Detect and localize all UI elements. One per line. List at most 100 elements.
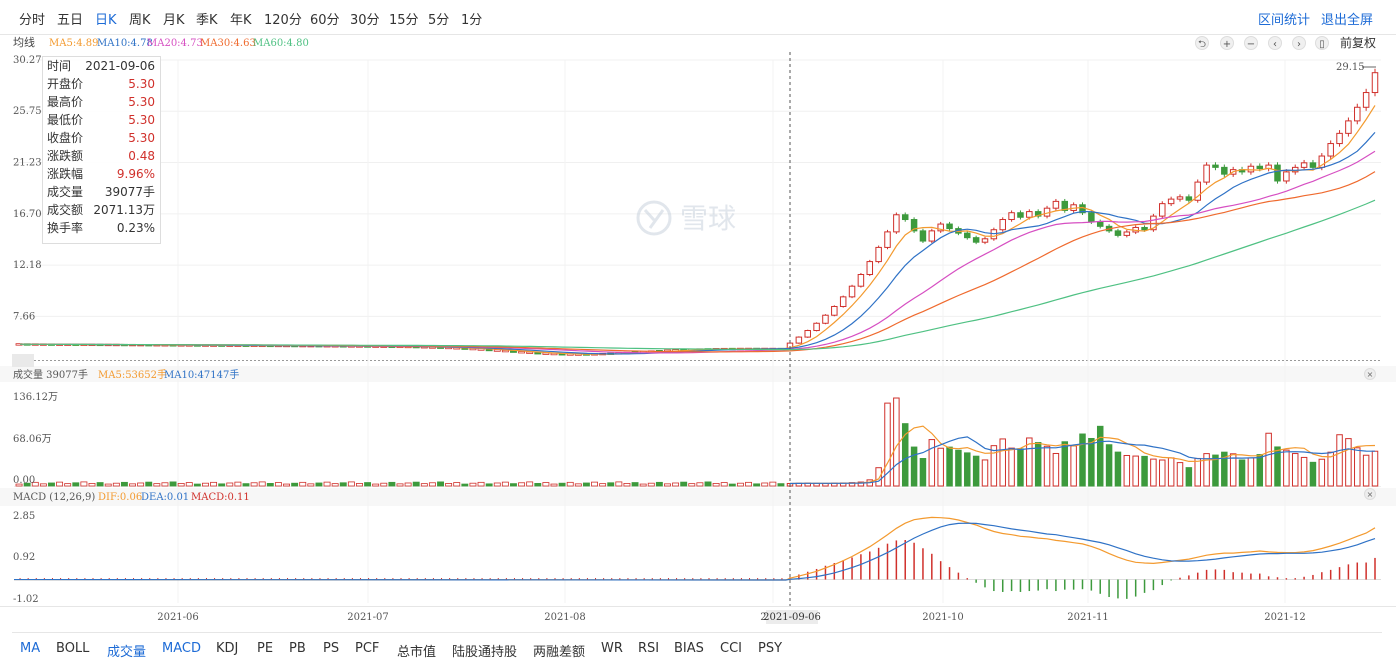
period-tab-4[interactable]: 月K	[163, 9, 185, 28]
pre-volume-bar	[574, 483, 582, 487]
period-tab-1[interactable]: 五日	[57, 9, 83, 28]
price-axis-label: 7.66	[13, 311, 35, 322]
indicator-tab-3[interactable]: MACD	[162, 641, 201, 656]
candle-body	[1283, 171, 1290, 182]
pre-volume-bar	[161, 482, 169, 487]
pre-volume-bar	[501, 481, 509, 487]
indicator-tab-13[interactable]: RSI	[638, 641, 659, 656]
pre-volume-bar	[639, 483, 647, 487]
crosshair-date-label: 2021-09-06	[763, 612, 821, 623]
volume-bar	[928, 439, 936, 487]
info-key: 换手率	[47, 221, 84, 235]
indicator-tab-0[interactable]: MA	[20, 641, 40, 656]
exit-fullscreen-link[interactable]: 退出全屏	[1321, 9, 1373, 28]
indicator-tab-9[interactable]: 总市值	[397, 641, 436, 660]
candle-body	[1176, 196, 1184, 200]
macd-legend-item: MACD:0.11	[191, 492, 250, 503]
indicator-tab-10[interactable]: 陆股通持股	[452, 641, 517, 660]
indicator-tab-6[interactable]: PB	[289, 641, 306, 656]
indicator-tab-12[interactable]: WR	[601, 641, 623, 656]
pre-volume-bar	[558, 482, 566, 487]
info-key: 涨跌额	[47, 149, 84, 163]
pre-volume-bar	[274, 482, 282, 487]
candle-body	[1159, 203, 1166, 217]
pre-volume-bar	[599, 483, 607, 487]
range-stats-link[interactable]: 区间统计	[1258, 9, 1310, 28]
info-row: 涨跌幅 9.96%	[43, 165, 160, 183]
adjust-mode-toggle[interactable]: 前复权	[1340, 35, 1376, 50]
pre-volume-bar	[129, 483, 136, 487]
pre-volume-bar	[655, 481, 663, 487]
period-tab-0[interactable]: 分时	[19, 9, 45, 28]
mobile-icon-glyph: ▯	[1319, 39, 1325, 50]
info-value: 0.48	[128, 149, 155, 163]
kline-chart[interactable]: 30.2725.7521.2316.7012.187.663.8129.15均线…	[0, 34, 1396, 632]
indicator-tab-4[interactable]: KDJ	[216, 641, 238, 656]
indicator-tab-16[interactable]: PSY	[758, 641, 782, 656]
volume-bar	[999, 438, 1006, 487]
period-tab-7[interactable]: 120分	[264, 9, 302, 28]
pre-volume-bar	[242, 483, 250, 487]
pre-volume-bar	[96, 482, 104, 487]
period-tab-6[interactable]: 年K	[230, 9, 252, 28]
indicator-tab-2[interactable]: 成交量	[107, 641, 146, 660]
candle-body	[1203, 164, 1210, 183]
candle-body	[1017, 212, 1024, 218]
pre-volume-bar	[672, 482, 680, 487]
info-row: 时间 2021-09-06	[43, 57, 160, 75]
volume-bar	[1061, 441, 1069, 487]
period-tab-12[interactable]: 1分	[461, 9, 482, 28]
volume-bar	[1017, 448, 1024, 487]
period-tab-8[interactable]: 60分	[310, 9, 340, 28]
macd-legend-item: DEA:0.01	[141, 492, 189, 503]
pre-volume-bar	[88, 483, 96, 487]
volume-bar	[1362, 454, 1370, 487]
volume-bar	[1043, 445, 1051, 487]
pre-volume-bar	[485, 483, 493, 487]
period-tab-2[interactable]: 日K	[95, 9, 117, 28]
candle-body	[964, 232, 971, 239]
volume-bar	[1079, 433, 1086, 487]
pre-volume-bar	[331, 483, 339, 487]
pre-volume-bar	[291, 482, 299, 487]
period-tab-10[interactable]: 15分	[389, 9, 419, 28]
candle-body	[875, 246, 882, 263]
candle-body	[1256, 165, 1264, 170]
pre-volume-bar	[388, 481, 396, 487]
indicator-toolbar: MA BOLL 成交量 MACD KDJ PE PB PS PCF 总市值 陆股通持股 两融差额 WR R…	[12, 632, 1382, 663]
pre-volume-bar	[736, 482, 744, 487]
undo-icon-glyph: ⮌	[1198, 39, 1206, 50]
indicator-tab-14[interactable]: BIAS	[674, 641, 704, 656]
period-tab-3[interactable]: 周K	[129, 9, 151, 28]
volume-bar	[1159, 459, 1166, 487]
volume-bar	[1141, 455, 1148, 487]
indicator-tab-1[interactable]: BOLL	[56, 641, 89, 656]
info-key: 涨跌幅	[47, 167, 84, 181]
pre-volume-bar	[704, 481, 712, 487]
price-axis-label: 12.18	[13, 260, 42, 271]
candle-body	[839, 296, 847, 307]
volume-bar	[964, 452, 971, 487]
candle-body	[1221, 166, 1228, 175]
volume-bar	[1291, 453, 1299, 487]
indicator-tab-5[interactable]: PE	[257, 641, 273, 656]
pre-volume-bar	[631, 482, 639, 487]
pre-volume-bar	[56, 481, 64, 487]
indicator-tab-8[interactable]: PCF	[355, 641, 379, 656]
period-tab-9[interactable]: 30分	[350, 9, 380, 28]
volume-bar	[1034, 442, 1042, 487]
volume-bar	[1088, 437, 1095, 487]
indicator-tab-7[interactable]: PS	[323, 641, 339, 656]
volume-axis-label: 68.06万	[13, 434, 52, 445]
candle-body	[831, 305, 838, 316]
pre-volume-bar	[299, 481, 307, 487]
pre-candle	[518, 351, 526, 354]
volume-axis-label: 136.12万	[13, 392, 58, 403]
indicator-tab-11[interactable]: 两融差额	[533, 641, 585, 660]
period-tab-5[interactable]: 季K	[196, 9, 218, 28]
volume-bar	[1283, 449, 1290, 487]
pre-volume-bar	[777, 483, 785, 487]
info-row: 换手率 0.23%	[43, 219, 160, 237]
indicator-tab-15[interactable]: CCI	[720, 641, 742, 656]
period-tab-11[interactable]: 5分	[428, 9, 449, 28]
